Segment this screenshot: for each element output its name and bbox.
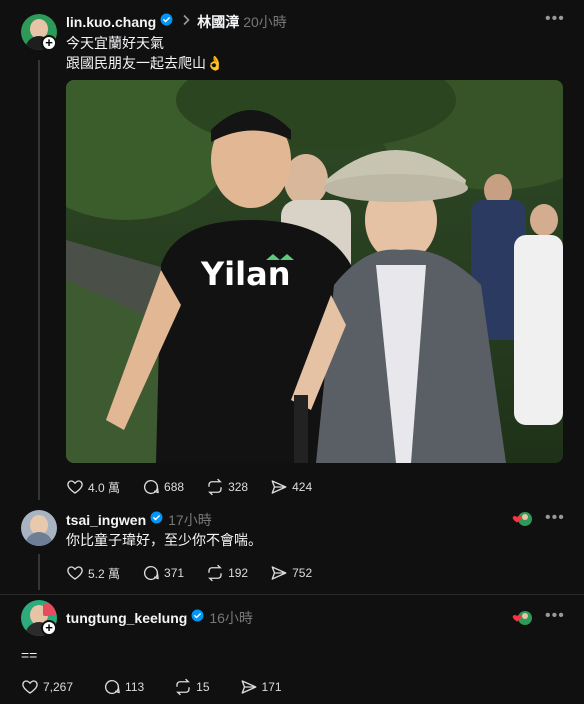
post-actions: 4.0 萬 688 328 424 bbox=[66, 478, 334, 496]
verified-badge-icon bbox=[191, 609, 204, 627]
verified-badge-icon bbox=[150, 511, 163, 529]
heart-icon bbox=[67, 566, 83, 580]
reply1-avatar[interactable] bbox=[21, 510, 57, 546]
comment-count: 113 bbox=[125, 680, 145, 694]
repost-icon bbox=[208, 478, 222, 496]
shirt-print-text: Yilan bbox=[200, 255, 290, 293]
photo-illustration: Yilan bbox=[66, 80, 563, 463]
ok-hand-emoji: 👌 bbox=[206, 55, 224, 71]
thread-connector-line bbox=[38, 60, 40, 500]
author-liked-avatar-icon bbox=[511, 610, 532, 625]
follow-plus-icon[interactable]: + bbox=[41, 35, 57, 51]
share-count: 171 bbox=[261, 680, 282, 694]
reply1-username[interactable]: tsai_ingwen bbox=[66, 512, 146, 528]
reply1-header: tsai_ingwen 17小時 bbox=[66, 510, 212, 530]
like-count: 7,267 bbox=[43, 680, 74, 694]
comment-count: 688 bbox=[164, 480, 185, 494]
like-count: 5.2 萬 bbox=[88, 566, 121, 581]
share-button[interactable]: 752 bbox=[270, 564, 312, 582]
share-button[interactable]: 171 bbox=[240, 678, 282, 696]
reply1-actions: 5.2 萬 371 192 752 bbox=[66, 564, 334, 582]
comment-button[interactable]: 371 bbox=[142, 564, 184, 582]
comment-button[interactable]: 688 bbox=[142, 478, 184, 496]
post-text-line-2-text: 跟國民朋友一起去爬山 bbox=[66, 55, 206, 71]
post-time: 20小時 bbox=[243, 14, 287, 30]
heart-icon bbox=[22, 680, 38, 694]
repost-count: 328 bbox=[228, 480, 249, 494]
tagged-user-name[interactable]: 林國漳 bbox=[197, 12, 239, 32]
reply1-connector-line bbox=[38, 554, 40, 590]
post-text-line-1: 今天宜蘭好天氣 bbox=[66, 35, 164, 51]
reply2-text: == bbox=[21, 647, 38, 663]
divider bbox=[0, 594, 584, 595]
share-icon bbox=[241, 680, 256, 694]
repost-count: 192 bbox=[228, 566, 249, 580]
share-button[interactable]: 424 bbox=[270, 478, 312, 496]
author-username[interactable]: lin.kuo.chang bbox=[66, 14, 156, 30]
like-button[interactable]: 4.0 萬 bbox=[66, 478, 120, 496]
heart-icon bbox=[67, 480, 83, 494]
repost-button[interactable]: 15 bbox=[174, 678, 210, 696]
like-count: 4.0 萬 bbox=[88, 480, 121, 495]
post-text-line-2: 跟國民朋友一起去爬山👌 bbox=[66, 53, 223, 73]
author-liked-avatar-icon bbox=[511, 511, 532, 526]
verified-badge-icon bbox=[160, 13, 173, 31]
repost-button[interactable]: 192 bbox=[206, 564, 248, 582]
reply1-text: 你比童子瑋好，至少你不會喘。 bbox=[66, 532, 262, 548]
comment-count: 371 bbox=[164, 566, 185, 580]
reply2-header: tungtung_keelung 16小時 bbox=[66, 608, 253, 628]
share-count: 752 bbox=[292, 566, 313, 580]
reply1-time: 17小時 bbox=[168, 512, 212, 528]
like-button[interactable]: 7,267 bbox=[21, 678, 73, 696]
share-icon bbox=[271, 566, 287, 580]
reply2-username[interactable]: tungtung_keelung bbox=[66, 610, 187, 626]
share-icon bbox=[271, 480, 287, 494]
repost-icon bbox=[208, 564, 222, 582]
reply2-time: 16小時 bbox=[209, 610, 253, 626]
follow-plus-icon[interactable]: + bbox=[41, 620, 57, 636]
comment-button[interactable]: 113 bbox=[103, 678, 144, 696]
more-icon[interactable]: ••• bbox=[545, 10, 565, 28]
share-count: 424 bbox=[292, 480, 313, 494]
post-header: lin.kuo.chang 林國漳 20小時 bbox=[66, 12, 287, 32]
more-icon[interactable]: ••• bbox=[545, 607, 565, 625]
like-button[interactable]: 5.2 萬 bbox=[66, 564, 120, 582]
repost-button[interactable]: 328 bbox=[206, 478, 248, 496]
repost-icon bbox=[176, 678, 191, 696]
comment-icon bbox=[143, 479, 159, 495]
more-icon[interactable]: ••• bbox=[545, 509, 565, 527]
comment-icon bbox=[104, 679, 120, 695]
post-photo[interactable]: Yilan bbox=[66, 80, 563, 463]
repost-count: 15 bbox=[196, 680, 210, 694]
chevron-right-icon bbox=[181, 13, 191, 31]
reply2-actions: 7,267 113 15 171 bbox=[21, 678, 304, 696]
comment-icon bbox=[143, 565, 159, 581]
